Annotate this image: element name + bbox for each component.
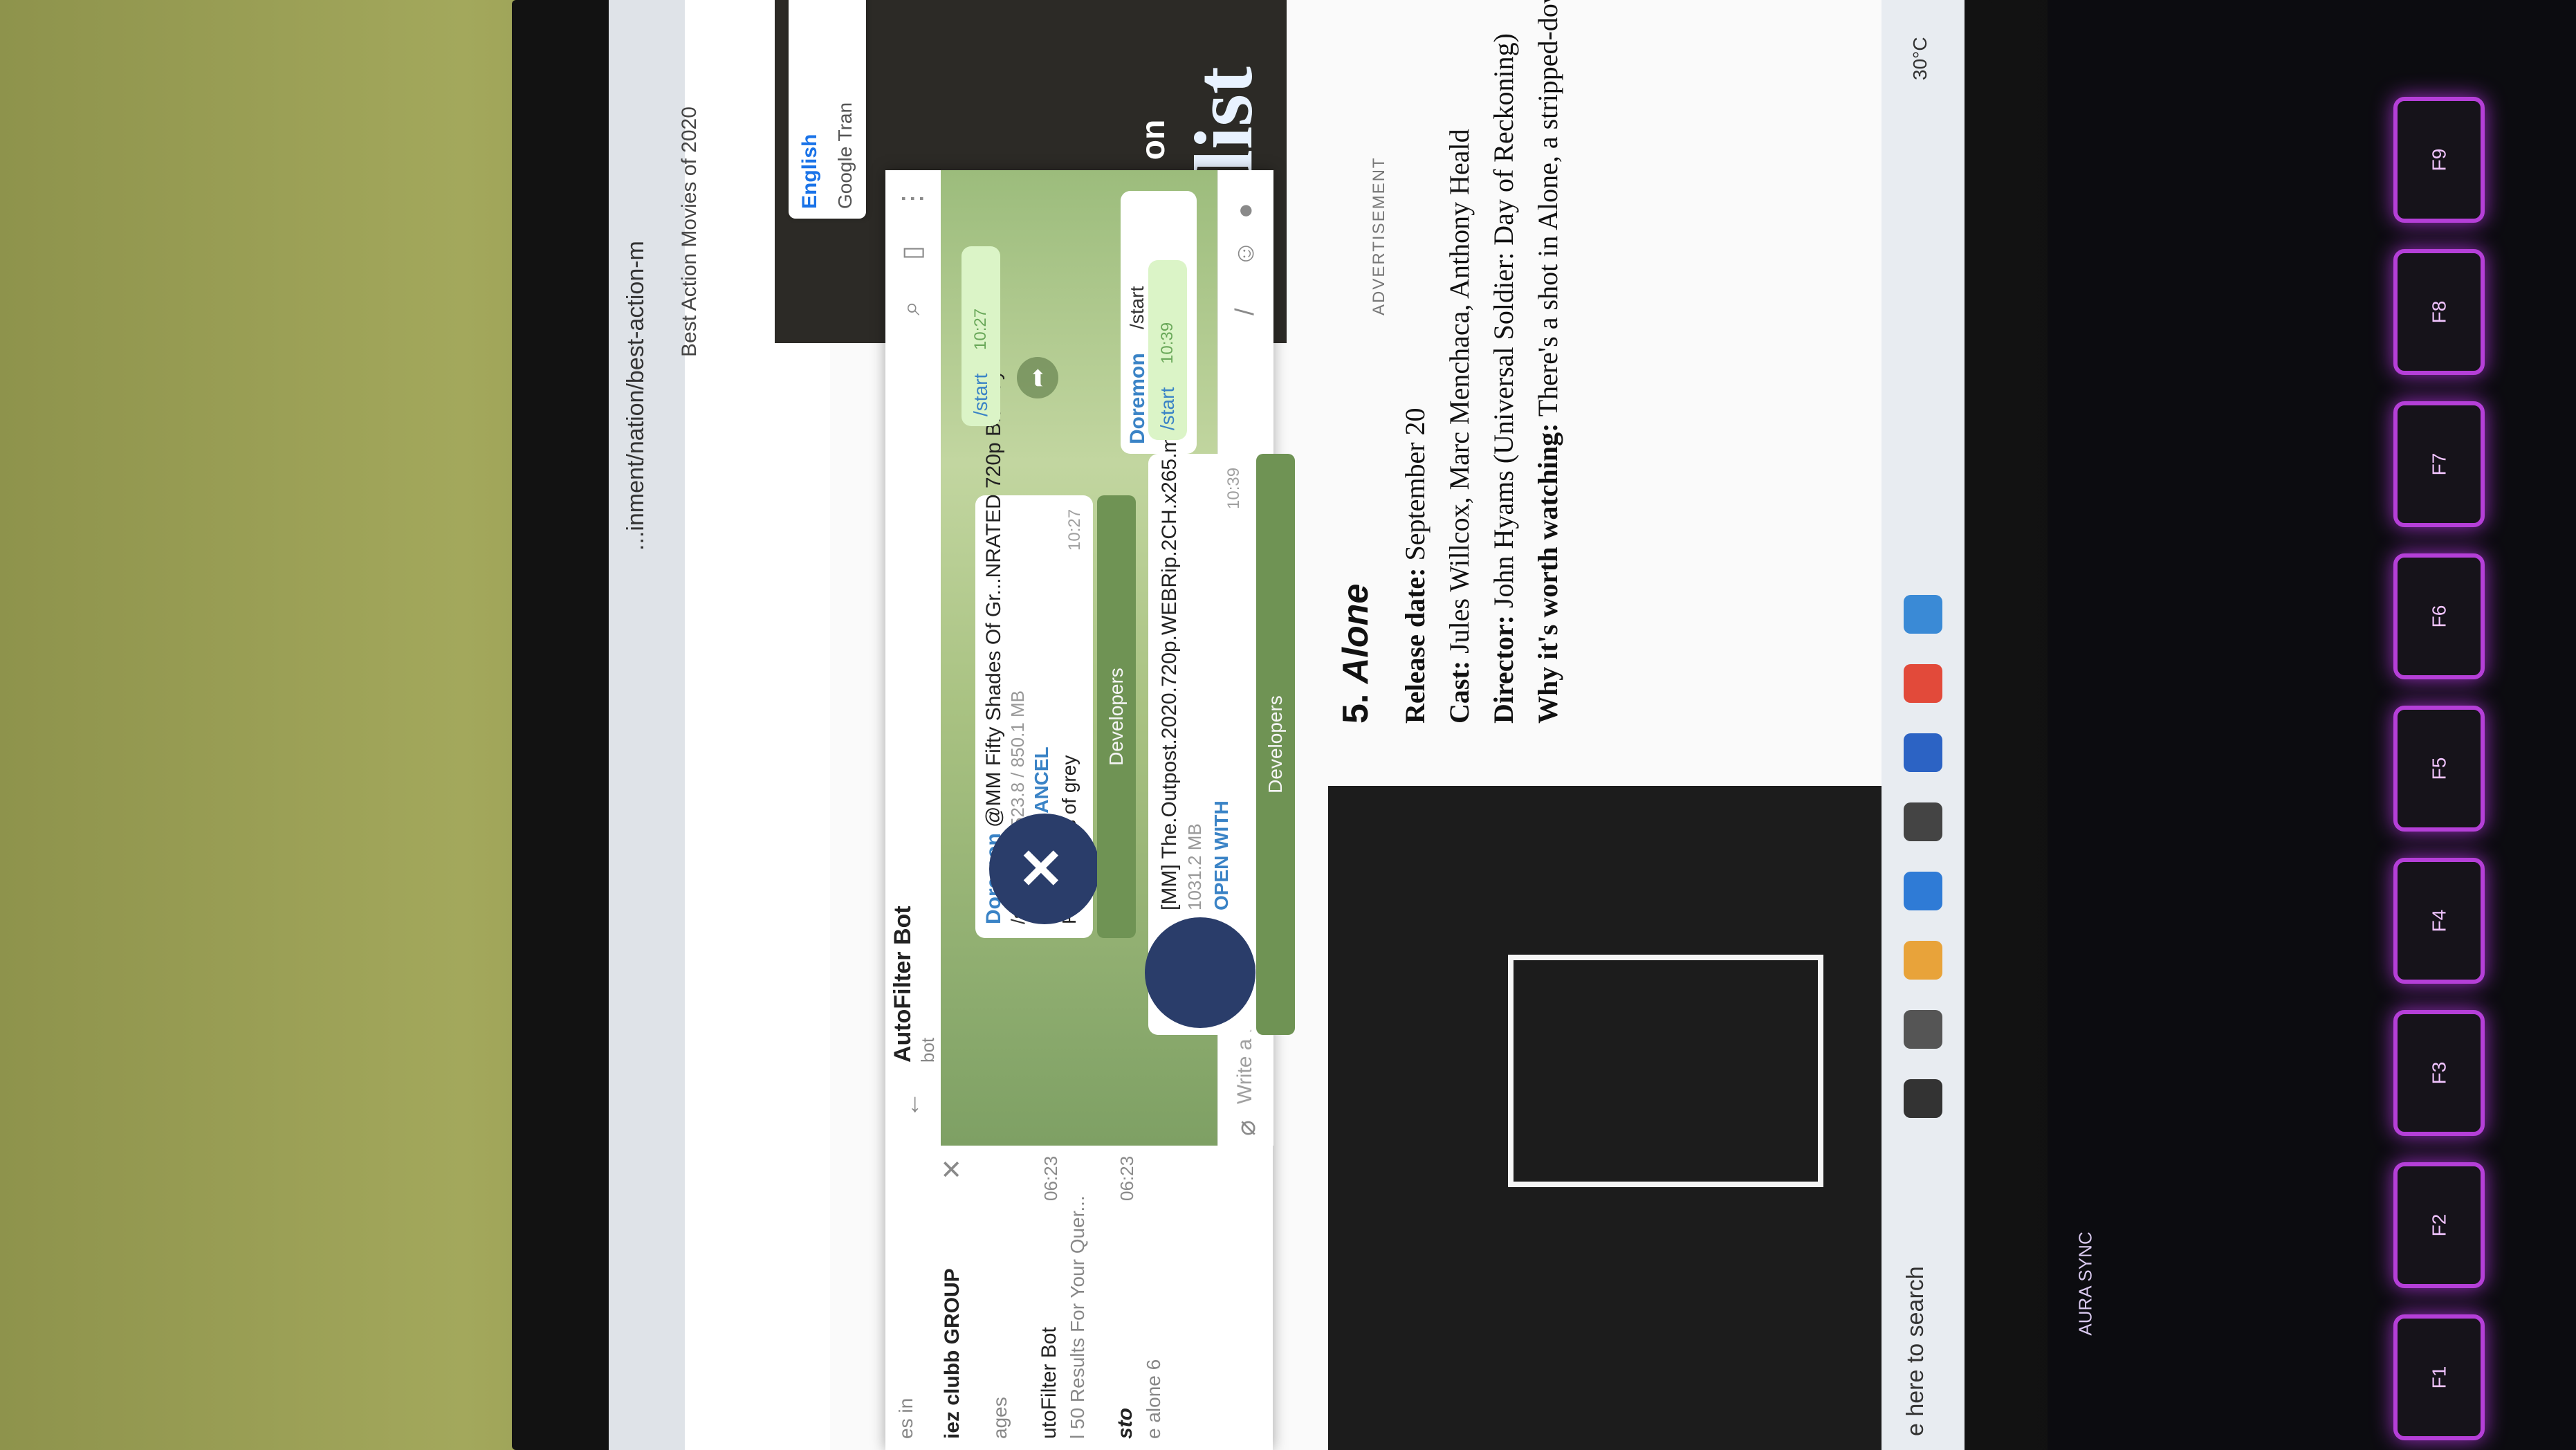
search-icon[interactable]: ⌕	[896, 301, 926, 315]
outgoing-text: /start	[970, 373, 991, 416]
outgoing-time: 10:39	[1158, 322, 1177, 364]
search-hint[interactable]: es in	[895, 1398, 917, 1439]
download-thumbnail[interactable]: ✕	[989, 814, 1100, 924]
browser-tab-title[interactable]: Best Action Movies of 2020	[678, 107, 701, 357]
close-icon[interactable]: ✕	[937, 1158, 968, 1180]
cancel-icon[interactable]: ✕	[1010, 845, 1074, 891]
file-size: 523.8 / 850.1 MB	[1007, 690, 1028, 827]
file-size: 1031.2 MB	[1184, 823, 1205, 910]
url-text[interactable]: ...inment/nation/best-action-m	[623, 241, 650, 551]
file-explorer-icon[interactable]	[1904, 941, 1942, 980]
director-line: Director: John Hyams (Universal Soldier:…	[1488, 33, 1519, 724]
file-name[interactable]: [MM] The.Outpost.2020.720p.WEBRip.2CH.x2…	[1158, 415, 1181, 910]
file-thumbnail[interactable]	[1145, 917, 1255, 1028]
windows-taskbar: e here to search 30°C	[1882, 0, 1965, 1450]
telegram-icon[interactable]	[1904, 595, 1942, 634]
microphone-icon[interactable]: ●	[1231, 203, 1260, 219]
key-f1[interactable]: F1	[2393, 1314, 2485, 1440]
keyboard: F1 F2 F3 F4 F5 F6 F7 F8 F9 AURA SYNC	[2048, 0, 2576, 1450]
key-f3[interactable]: F3	[2393, 1010, 2485, 1136]
command-text: /start	[1126, 286, 1148, 329]
attach-icon[interactable]: ⌀	[1231, 1120, 1262, 1136]
translate-service: Google Tran	[834, 102, 856, 209]
key-f9[interactable]: F9	[2393, 97, 2485, 223]
chat-header: ← AutoFilter Bot bot ⌕ ▯ ⋮	[885, 170, 941, 1146]
mail-icon[interactable]	[1904, 872, 1942, 910]
article-text: 5. Alone Release date: September 20 Cast…	[1335, 0, 1574, 724]
cortana-icon[interactable]	[1904, 1079, 1942, 1118]
outgoing-message[interactable]: /start 10:27	[962, 246, 1000, 426]
doorway-graphic	[1508, 955, 1823, 1187]
group-name[interactable]: iez clubb GROUP	[941, 1268, 964, 1439]
chat-item-name[interactable]: sto	[1114, 1408, 1137, 1439]
developers-button[interactable]: Developers	[1097, 495, 1136, 938]
desktop: ...inment/nation/best-action-m Best Acti…	[609, 0, 1965, 1450]
chat-item-preview: e alone 6	[1143, 1359, 1164, 1439]
key-f2[interactable]: F2	[2393, 1162, 2485, 1288]
app-icon[interactable]	[1904, 733, 1942, 772]
laptop-screen: ...inment/nation/best-action-m Best Acti…	[609, 0, 1965, 1450]
outgoing-time: 10:27	[971, 308, 990, 350]
key-f7[interactable]: F7	[2393, 401, 2485, 527]
taskbar-search[interactable]: e here to search	[1902, 1266, 1929, 1436]
translate-popup[interactable]: English Google Tran	[789, 0, 866, 219]
heading-title: Alone	[1336, 583, 1376, 684]
why-line: Why it's worth watching: There's a shot …	[1532, 0, 1563, 724]
outgoing-message[interactable]: /start 10:39	[1148, 260, 1187, 440]
cast-line: Cast: Jules Willcox, Marc Menchaca, Anth…	[1444, 129, 1475, 724]
key-f5[interactable]: F5	[2393, 706, 2485, 832]
more-menu-icon[interactable]: ⋮	[896, 185, 928, 212]
message-time: 10:39	[1224, 467, 1243, 509]
release-line: Release date: September 20	[1399, 407, 1430, 724]
outgoing-text: /start	[1157, 387, 1178, 430]
movie-heading: 5. Alone	[1335, 4, 1377, 724]
chat-item-name[interactable]: utoFilter Bot	[1038, 1327, 1061, 1439]
key-f6[interactable]: F6	[2393, 553, 2485, 679]
commands-icon[interactable]: /	[1231, 308, 1260, 315]
sidebar-toggle-icon[interactable]: ▯	[896, 246, 928, 260]
back-arrow-icon[interactable]: ←	[896, 1092, 926, 1118]
temperature-readout: 30°C	[1909, 37, 1931, 80]
forward-icon[interactable]: ➦	[1017, 357, 1058, 398]
chat-item-time: 06:23	[1040, 1155, 1061, 1201]
browser-address-bar[interactable]: ...inment/nation/best-action-m	[609, 0, 685, 1450]
chat-title[interactable]: AutoFilter Bot	[890, 906, 917, 1063]
chat-item-preview: l 50 Results For Your Quer...	[1067, 1195, 1088, 1439]
translate-language[interactable]: English	[798, 0, 822, 209]
sender-name[interactable]: Doremon	[1126, 353, 1150, 444]
heading-number: 5.	[1336, 693, 1376, 724]
task-view-icon[interactable]	[1904, 1010, 1942, 1049]
chat-status: bot	[917, 1037, 938, 1063]
open-with-button[interactable]: OPEN WITH	[1211, 800, 1233, 910]
app-icon[interactable]	[1904, 802, 1942, 841]
emoji-icon[interactable]: ☺	[1231, 240, 1260, 267]
message-time: 10:27	[1065, 508, 1084, 551]
chrome-icon[interactable]	[1904, 664, 1942, 703]
messages-header: ages	[989, 1397, 1011, 1439]
telegram-sidebar: es in iez clubb GROUP ✕ ages utoFilter B…	[885, 1144, 1273, 1450]
keyboard-brand-logo: AURA SYNC	[2074, 1231, 2096, 1336]
chat-item-time: 06:23	[1116, 1155, 1137, 1201]
key-f8[interactable]: F8	[2393, 249, 2485, 375]
developers-button[interactable]: Developers	[1256, 454, 1295, 1035]
key-f4[interactable]: F4	[2393, 858, 2485, 984]
second-file-card: [MM] The.Outpost.2020.720p.WEBRip.2CH.x2…	[1145, 415, 1255, 1035]
